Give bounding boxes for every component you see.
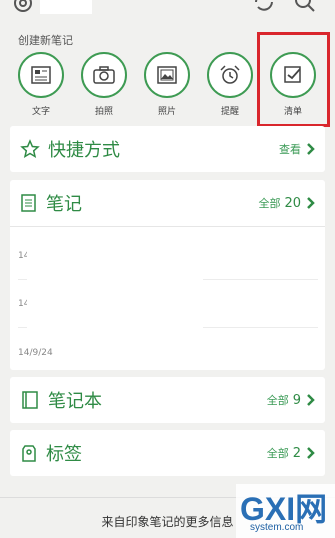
tags-count: 2 (292, 445, 301, 461)
create-note-label: 创建新笔记 (18, 34, 73, 47)
notes-title: 笔记 (46, 194, 82, 215)
create-reminder-label: 提醒 (220, 107, 239, 117)
photo-icon (157, 66, 177, 84)
watermark-logo: GXI网 system.com (236, 484, 335, 538)
notes-all-link[interactable]: 全部 20 (258, 195, 315, 211)
chevron-right-icon (307, 197, 315, 209)
tags-card[interactable]: 标签 全部 2 (10, 430, 325, 476)
sync-icon[interactable] (252, 0, 276, 14)
tags-all-label: 全部 (266, 447, 289, 460)
notes-card[interactable]: 笔记 全部 20 14 14 14/9/24 (10, 180, 325, 370)
create-camera-button[interactable]: 拍照 (79, 52, 129, 117)
notebook-icon (22, 391, 38, 409)
create-text-button[interactable]: 文字 (16, 52, 66, 117)
notebooks-title: 笔记本 (48, 391, 102, 412)
chevron-right-icon (307, 143, 315, 155)
shortcuts-title: 快捷方式 (48, 140, 120, 161)
create-photo-button[interactable]: 照片 (142, 52, 192, 117)
tags-title: 标签 (46, 444, 82, 465)
tag-icon (22, 445, 36, 462)
chevron-right-icon (307, 394, 315, 406)
notes-count: 20 (284, 195, 301, 211)
chevron-right-icon (307, 447, 315, 459)
note-icon (21, 194, 36, 212)
shortcuts-view-link[interactable]: 查看 (279, 141, 315, 157)
notebooks-card[interactable]: 笔记本 全部 9 (10, 377, 325, 423)
account-name-redacted (40, 0, 92, 14)
redacted-note-preview (28, 232, 202, 350)
highlight-box (257, 32, 330, 127)
notes-all-label: 全部 (258, 197, 281, 210)
shortcuts-card[interactable]: 快捷方式 查看 (10, 126, 325, 172)
create-photo-label: 照片 (157, 107, 176, 117)
notebooks-all-label: 全部 (266, 394, 289, 407)
notes-list: 14 14 14/9/24 (10, 226, 325, 370)
camera-icon (93, 66, 115, 84)
create-camera-label: 拍照 (94, 107, 113, 117)
shortcuts-view-label: 查看 (279, 143, 301, 156)
star-icon (20, 139, 40, 159)
search-icon[interactable] (293, 0, 317, 14)
settings-gear-icon[interactable] (10, 0, 36, 16)
top-bar (0, 0, 335, 18)
notebooks-all-link[interactable]: 全部 9 (267, 392, 315, 408)
text-note-icon (31, 66, 51, 84)
create-reminder-button[interactable]: 提醒 (205, 52, 255, 117)
alarm-clock-icon (220, 65, 240, 84)
create-text-label: 文字 (31, 107, 50, 117)
tags-all-link[interactable]: 全部 2 (267, 445, 315, 461)
note-date: 14/9/24 (18, 348, 53, 358)
notebooks-count: 9 (292, 392, 301, 408)
watermark-domain: system.com (250, 522, 304, 533)
